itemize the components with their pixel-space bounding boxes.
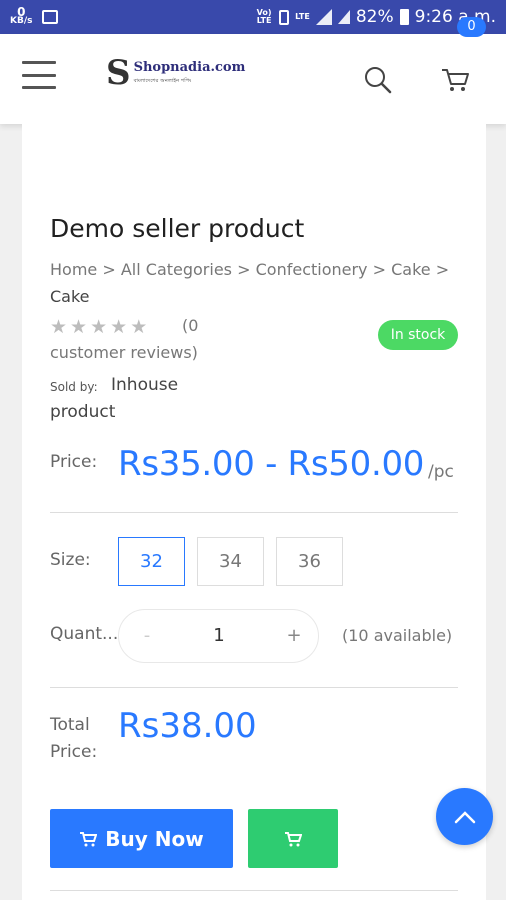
breadcrumb-current: Cake [50, 287, 90, 306]
search-icon[interactable] [362, 64, 394, 96]
quantity-stepper: - 1 + [118, 609, 319, 663]
buy-now-label: Buy Now [105, 826, 204, 851]
breadcrumb-confectionery[interactable]: Confectionery [256, 260, 368, 279]
breadcrumb-separator: > [435, 260, 450, 279]
breadcrumb: Home > All Categories > Confectionery > … [50, 256, 460, 310]
lte-indicator: LTE [295, 12, 310, 21]
add-to-cart-button[interactable] [248, 809, 338, 868]
battery-percent: 82% [355, 7, 394, 27]
reviews-count: (0 [182, 316, 199, 335]
total-price-value: Rs38.00 [118, 706, 257, 746]
signal-icon-2 [337, 10, 350, 24]
sold-by-value[interactable]: Inhouse product [50, 372, 210, 426]
reviews-text: customer reviews) [50, 343, 198, 362]
price-unit: /pc [428, 462, 454, 482]
logo-s-icon: S [106, 53, 131, 93]
divider [50, 512, 458, 513]
quantity-label: Quant... [50, 624, 119, 644]
gallery-notification-icon [42, 10, 59, 24]
net-speed-unit: KB/s [10, 16, 33, 26]
reviews-link[interactable]: (0 customer reviews) [50, 312, 220, 366]
breadcrumb-all-categories[interactable]: All Categories [121, 260, 232, 279]
quantity-decrease-button[interactable]: - [137, 610, 157, 662]
breadcrumb-home[interactable]: Home [50, 260, 97, 279]
scroll-to-top-button[interactable] [436, 788, 493, 845]
cart-icon [285, 831, 302, 846]
divider [50, 687, 458, 688]
product-title: Demo seller product [50, 214, 305, 243]
buy-now-button[interactable]: Buy Now [50, 809, 233, 868]
sim-icon [279, 9, 290, 25]
net-speed-indicator: 0 KB/s [10, 6, 33, 26]
chevron-up-icon [454, 810, 475, 823]
available-stock: (10 available) [342, 626, 453, 645]
size-option-34[interactable]: 34 [197, 537, 264, 586]
breadcrumb-separator: > [102, 260, 116, 279]
total-price-label: Total Price: [50, 715, 98, 762]
site-logo[interactable]: S Shopnadia.com বাংলাদেশের অনলাইন শপিং [106, 56, 245, 90]
size-option-32[interactable]: 32 [118, 537, 185, 586]
stock-status-badge: In stock [378, 320, 458, 350]
logo-name: Shopnadia.com [133, 60, 246, 75]
breadcrumb-separator: > [237, 260, 251, 279]
cart-icon[interactable] [440, 66, 470, 94]
logo-tagline: বাংলাদেশের অনলাইন শপিং [133, 78, 192, 84]
signal-icon [315, 9, 332, 25]
cart-count-badge[interactable]: 0 [457, 17, 486, 37]
hamburger-icon[interactable] [22, 61, 56, 89]
breadcrumb-separator: > [372, 260, 387, 279]
app-header: S Shopnadia.com বাংলাদেশের অনলাইন শপিং [0, 34, 506, 124]
status-bar: 0 KB/s Vo) LTE LTE 82% 9:26 a.m. [0, 0, 506, 34]
size-option-36[interactable]: 36 [276, 537, 343, 586]
quantity-increase-button[interactable]: + [282, 610, 306, 662]
size-label: Size: [50, 550, 91, 570]
volte-indicator: Vo) LTE [256, 8, 272, 25]
breadcrumb-cake[interactable]: Cake [391, 260, 431, 279]
battery-icon [399, 9, 409, 25]
cart-icon [80, 831, 98, 846]
quantity-input[interactable]: 1 [199, 610, 239, 662]
price-label: Price: [50, 452, 98, 472]
divider [50, 890, 458, 891]
price-range: Rs35.00 - Rs50.00 [118, 444, 425, 484]
